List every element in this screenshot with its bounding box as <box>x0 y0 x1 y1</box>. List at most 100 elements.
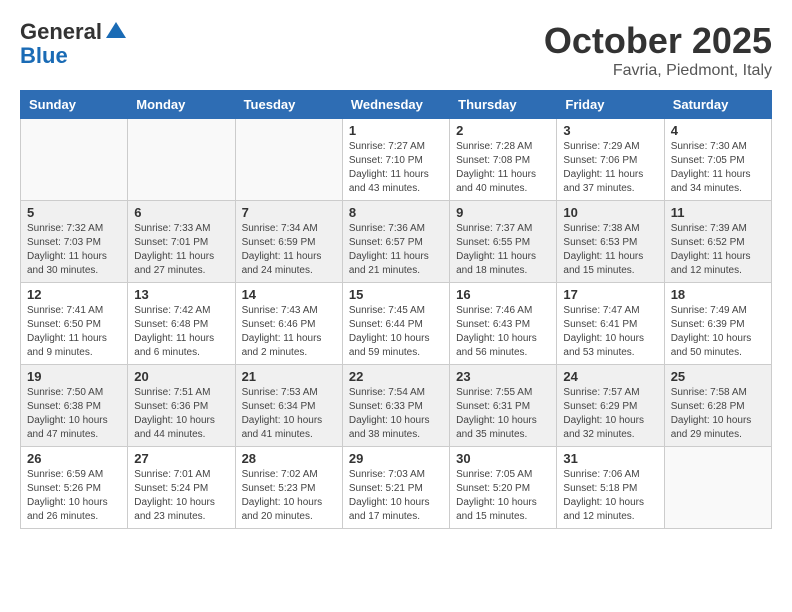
week-row-4: 19 Sunrise: 7:50 AM Sunset: 6:38 PM Dayli… <box>21 365 772 447</box>
day-cell: 13 Sunrise: 7:42 AM Sunset: 6:48 PM Dayli… <box>128 283 235 365</box>
day-cell: 23 Sunrise: 7:55 AM Sunset: 6:31 PM Dayli… <box>450 365 557 447</box>
day-number: 9 <box>456 205 550 220</box>
day-cell: 3Sunrise: 7:29 AM Sunset: 7:06 PM Daylig… <box>557 119 664 201</box>
week-row-1: 1 Sunrise: 7:27 AM Sunset: 7:10 PM Daylig… <box>21 119 772 201</box>
day-info: Sunrise: 7:27 AM Sunset: 7:10 PM Dayligh… <box>349 140 443 196</box>
day-cell: 28 Sunrise: 7:02 AM Sunset: 5:23 PM Dayli… <box>235 447 342 529</box>
day-cell: 17 Sunrise: 7:47 AM Sunset: 6:41 PM Dayli… <box>557 283 664 365</box>
day-cell: 15Sunrise: 7:45 AM Sunset: 6:44 PM Dayli… <box>342 283 449 365</box>
day-info: Sunrise: 7:02 AM Sunset: 5:23 PM Dayligh… <box>242 468 336 524</box>
day-info: Sunrise: 7:28 AM Sunset: 7:08 PM Dayligh… <box>456 140 550 196</box>
week-row-3: 12 Sunrise: 7:41 AM Sunset: 6:50 PM Dayli… <box>21 283 772 365</box>
day-info: Sunrise: 7:50 AM Sunset: 6:38 PM Dayligh… <box>27 386 121 442</box>
day-number: 1 <box>349 123 443 138</box>
day-cell <box>235 119 342 201</box>
day-cell: 21 Sunrise: 7:53 AM Sunset: 6:34 PM Dayli… <box>235 365 342 447</box>
day-number: 11 <box>671 205 765 220</box>
day-number: 24 <box>563 369 657 384</box>
day-info: Sunrise: 7:43 AM Sunset: 6:46 PM Dayligh… <box>242 304 336 360</box>
day-cell: 6Sunrise: 7:33 AM Sunset: 7:01 PM Daylig… <box>128 201 235 283</box>
day-cell: 1 Sunrise: 7:27 AM Sunset: 7:10 PM Daylig… <box>342 119 449 201</box>
day-cell: 9 Sunrise: 7:37 AM Sunset: 6:55 PM Daylig… <box>450 201 557 283</box>
weekday-monday: Monday <box>128 91 235 119</box>
weekday-thursday: Thursday <box>450 91 557 119</box>
week-row-2: 5Sunrise: 7:32 AM Sunset: 7:03 PM Daylig… <box>21 201 772 283</box>
location: Favria, Piedmont, Italy <box>544 62 772 80</box>
day-info: Sunrise: 7:37 AM Sunset: 6:55 PM Dayligh… <box>456 222 550 278</box>
weekday-tuesday: Tuesday <box>235 91 342 119</box>
day-number: 26 <box>27 451 121 466</box>
page-header: General Blue October 2025 Favria, Piedmo… <box>20 20 772 80</box>
day-cell: 25Sunrise: 7:58 AM Sunset: 6:28 PM Dayli… <box>664 365 771 447</box>
day-number: 17 <box>563 287 657 302</box>
day-cell: 2 Sunrise: 7:28 AM Sunset: 7:08 PM Daylig… <box>450 119 557 201</box>
day-info: Sunrise: 7:51 AM Sunset: 6:36 PM Dayligh… <box>134 386 228 442</box>
day-info: Sunrise: 7:34 AM Sunset: 6:59 PM Dayligh… <box>242 222 336 278</box>
logo-blue: Blue <box>20 44 128 68</box>
day-number: 12 <box>27 287 121 302</box>
week-row-5: 26 Sunrise: 6:59 AM Sunset: 5:26 PM Dayli… <box>21 447 772 529</box>
day-info: Sunrise: 7:32 AM Sunset: 7:03 PM Dayligh… <box>27 222 121 278</box>
day-cell: 29Sunrise: 7:03 AM Sunset: 5:21 PM Dayli… <box>342 447 449 529</box>
day-number: 27 <box>134 451 228 466</box>
day-number: 16 <box>456 287 550 302</box>
day-info: Sunrise: 7:29 AM Sunset: 7:06 PM Dayligh… <box>563 140 657 196</box>
day-info: Sunrise: 7:53 AM Sunset: 6:34 PM Dayligh… <box>242 386 336 442</box>
day-cell <box>664 447 771 529</box>
day-cell: 26 Sunrise: 6:59 AM Sunset: 5:26 PM Dayli… <box>21 447 128 529</box>
day-cell <box>21 119 128 201</box>
day-info: Sunrise: 7:55 AM Sunset: 6:31 PM Dayligh… <box>456 386 550 442</box>
day-info: Sunrise: 6:59 AM Sunset: 5:26 PM Dayligh… <box>27 468 121 524</box>
logo-icon <box>104 20 128 44</box>
day-number: 15 <box>349 287 443 302</box>
day-number: 20 <box>134 369 228 384</box>
calendar-table: SundayMondayTuesdayWednesdayThursdayFrid… <box>20 90 772 529</box>
day-cell: 14 Sunrise: 7:43 AM Sunset: 6:46 PM Dayli… <box>235 283 342 365</box>
day-info: Sunrise: 7:36 AM Sunset: 6:57 PM Dayligh… <box>349 222 443 278</box>
day-number: 28 <box>242 451 336 466</box>
day-number: 10 <box>563 205 657 220</box>
day-cell: 24 Sunrise: 7:57 AM Sunset: 6:29 PM Dayli… <box>557 365 664 447</box>
day-cell: 5Sunrise: 7:32 AM Sunset: 7:03 PM Daylig… <box>21 201 128 283</box>
day-info: Sunrise: 7:57 AM Sunset: 6:29 PM Dayligh… <box>563 386 657 442</box>
day-cell: 30Sunrise: 7:05 AM Sunset: 5:20 PM Dayli… <box>450 447 557 529</box>
day-number: 21 <box>242 369 336 384</box>
day-info: Sunrise: 7:41 AM Sunset: 6:50 PM Dayligh… <box>27 304 121 360</box>
day-cell <box>128 119 235 201</box>
day-info: Sunrise: 7:46 AM Sunset: 6:43 PM Dayligh… <box>456 304 550 360</box>
day-number: 4 <box>671 123 765 138</box>
day-cell: 19 Sunrise: 7:50 AM Sunset: 6:38 PM Dayli… <box>21 365 128 447</box>
day-cell: 11Sunrise: 7:39 AM Sunset: 6:52 PM Dayli… <box>664 201 771 283</box>
day-number: 31 <box>563 451 657 466</box>
day-cell: 27 Sunrise: 7:01 AM Sunset: 5:24 PM Dayli… <box>128 447 235 529</box>
day-cell: 8 Sunrise: 7:36 AM Sunset: 6:57 PM Daylig… <box>342 201 449 283</box>
day-number: 14 <box>242 287 336 302</box>
day-info: Sunrise: 7:01 AM Sunset: 5:24 PM Dayligh… <box>134 468 228 524</box>
day-info: Sunrise: 7:06 AM Sunset: 5:18 PM Dayligh… <box>563 468 657 524</box>
day-cell: 7Sunrise: 7:34 AM Sunset: 6:59 PM Daylig… <box>235 201 342 283</box>
day-number: 30 <box>456 451 550 466</box>
day-info: Sunrise: 7:58 AM Sunset: 6:28 PM Dayligh… <box>671 386 765 442</box>
day-number: 18 <box>671 287 765 302</box>
day-number: 2 <box>456 123 550 138</box>
day-cell: 22Sunrise: 7:54 AM Sunset: 6:33 PM Dayli… <box>342 365 449 447</box>
day-info: Sunrise: 7:38 AM Sunset: 6:53 PM Dayligh… <box>563 222 657 278</box>
weekday-wednesday: Wednesday <box>342 91 449 119</box>
logo-general: General <box>20 20 102 44</box>
day-info: Sunrise: 7:03 AM Sunset: 5:21 PM Dayligh… <box>349 468 443 524</box>
day-cell: 12 Sunrise: 7:41 AM Sunset: 6:50 PM Dayli… <box>21 283 128 365</box>
day-number: 8 <box>349 205 443 220</box>
day-info: Sunrise: 7:49 AM Sunset: 6:39 PM Dayligh… <box>671 304 765 360</box>
day-info: Sunrise: 7:30 AM Sunset: 7:05 PM Dayligh… <box>671 140 765 196</box>
day-info: Sunrise: 7:54 AM Sunset: 6:33 PM Dayligh… <box>349 386 443 442</box>
day-number: 23 <box>456 369 550 384</box>
day-number: 19 <box>27 369 121 384</box>
day-info: Sunrise: 7:42 AM Sunset: 6:48 PM Dayligh… <box>134 304 228 360</box>
weekday-sunday: Sunday <box>21 91 128 119</box>
month-title: October 2025 <box>544 20 772 62</box>
day-cell: 18 Sunrise: 7:49 AM Sunset: 6:39 PM Dayli… <box>664 283 771 365</box>
day-info: Sunrise: 7:47 AM Sunset: 6:41 PM Dayligh… <box>563 304 657 360</box>
day-number: 13 <box>134 287 228 302</box>
weekday-saturday: Saturday <box>664 91 771 119</box>
title-block: October 2025 Favria, Piedmont, Italy <box>544 20 772 80</box>
